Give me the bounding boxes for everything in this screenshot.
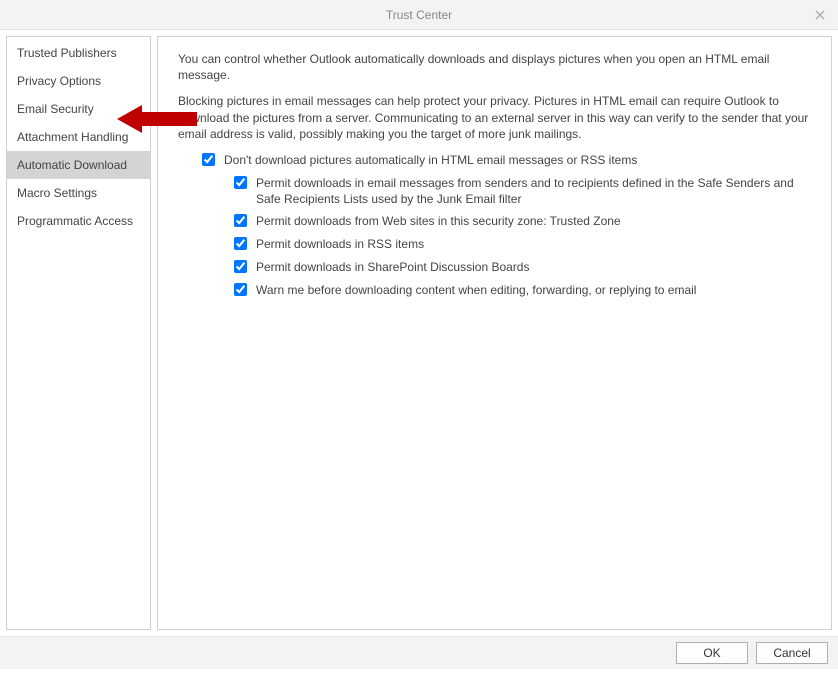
sidebar-item-label: Trusted Publishers <box>17 46 117 60</box>
intro-paragraph-2: Blocking pictures in email messages can … <box>178 93 815 142</box>
sidebar-item-attachment-handling[interactable]: Attachment Handling <box>7 123 150 151</box>
sidebar-item-macro-settings[interactable]: Macro Settings <box>7 179 150 207</box>
option-label: Don't download pictures automatically in… <box>224 152 815 168</box>
option-label: Warn me before downloading content when … <box>256 282 815 298</box>
option-permit-safe-senders[interactable]: Permit downloads in email messages from … <box>230 175 815 207</box>
checkbox[interactable] <box>234 283 247 296</box>
ok-button[interactable]: OK <box>676 642 748 664</box>
cancel-button[interactable]: Cancel <box>756 642 828 664</box>
checkbox[interactable] <box>202 153 215 166</box>
dialog-body: Trusted Publishers Privacy Options Email… <box>0 30 838 636</box>
sidebar-item-automatic-download[interactable]: Automatic Download <box>7 151 150 179</box>
sidebar-item-label: Privacy Options <box>17 74 101 88</box>
close-icon[interactable] <box>810 5 830 25</box>
checkbox[interactable] <box>234 260 247 273</box>
intro-paragraph-1: You can control whether Outlook automati… <box>178 51 815 83</box>
sidebar-item-label: Attachment Handling <box>17 130 128 144</box>
checkbox[interactable] <box>234 237 247 250</box>
option-permit-trusted-zone[interactable]: Permit downloads from Web sites in this … <box>230 213 815 230</box>
option-warn-before-download[interactable]: Warn me before downloading content when … <box>230 282 815 299</box>
option-dont-download[interactable]: Don't download pictures automatically in… <box>198 152 815 169</box>
sidebar: Trusted Publishers Privacy Options Email… <box>6 36 151 630</box>
window-title: Trust Center <box>386 8 452 22</box>
sidebar-item-privacy-options[interactable]: Privacy Options <box>7 67 150 95</box>
option-label: Permit downloads in RSS items <box>256 236 815 252</box>
sidebar-item-trusted-publishers[interactable]: Trusted Publishers <box>7 39 150 67</box>
option-permit-sharepoint[interactable]: Permit downloads in SharePoint Discussio… <box>230 259 815 276</box>
titlebar: Trust Center <box>0 0 838 30</box>
option-label: Permit downloads in email messages from … <box>256 175 815 207</box>
sidebar-item-label: Automatic Download <box>17 158 127 172</box>
sidebar-item-programmatic-access[interactable]: Programmatic Access <box>7 207 150 235</box>
checkbox[interactable] <box>234 176 247 189</box>
option-label: Permit downloads from Web sites in this … <box>256 213 815 229</box>
sidebar-item-label: Programmatic Access <box>17 214 133 228</box>
option-label: Permit downloads in SharePoint Discussio… <box>256 259 815 275</box>
content-panel: You can control whether Outlook automati… <box>157 36 832 630</box>
option-permit-rss[interactable]: Permit downloads in RSS items <box>230 236 815 253</box>
dialog-footer: OK Cancel <box>0 636 838 669</box>
sidebar-item-label: Macro Settings <box>17 186 97 200</box>
sidebar-item-email-security[interactable]: Email Security <box>7 95 150 123</box>
sidebar-item-label: Email Security <box>17 102 94 116</box>
checkbox[interactable] <box>234 214 247 227</box>
